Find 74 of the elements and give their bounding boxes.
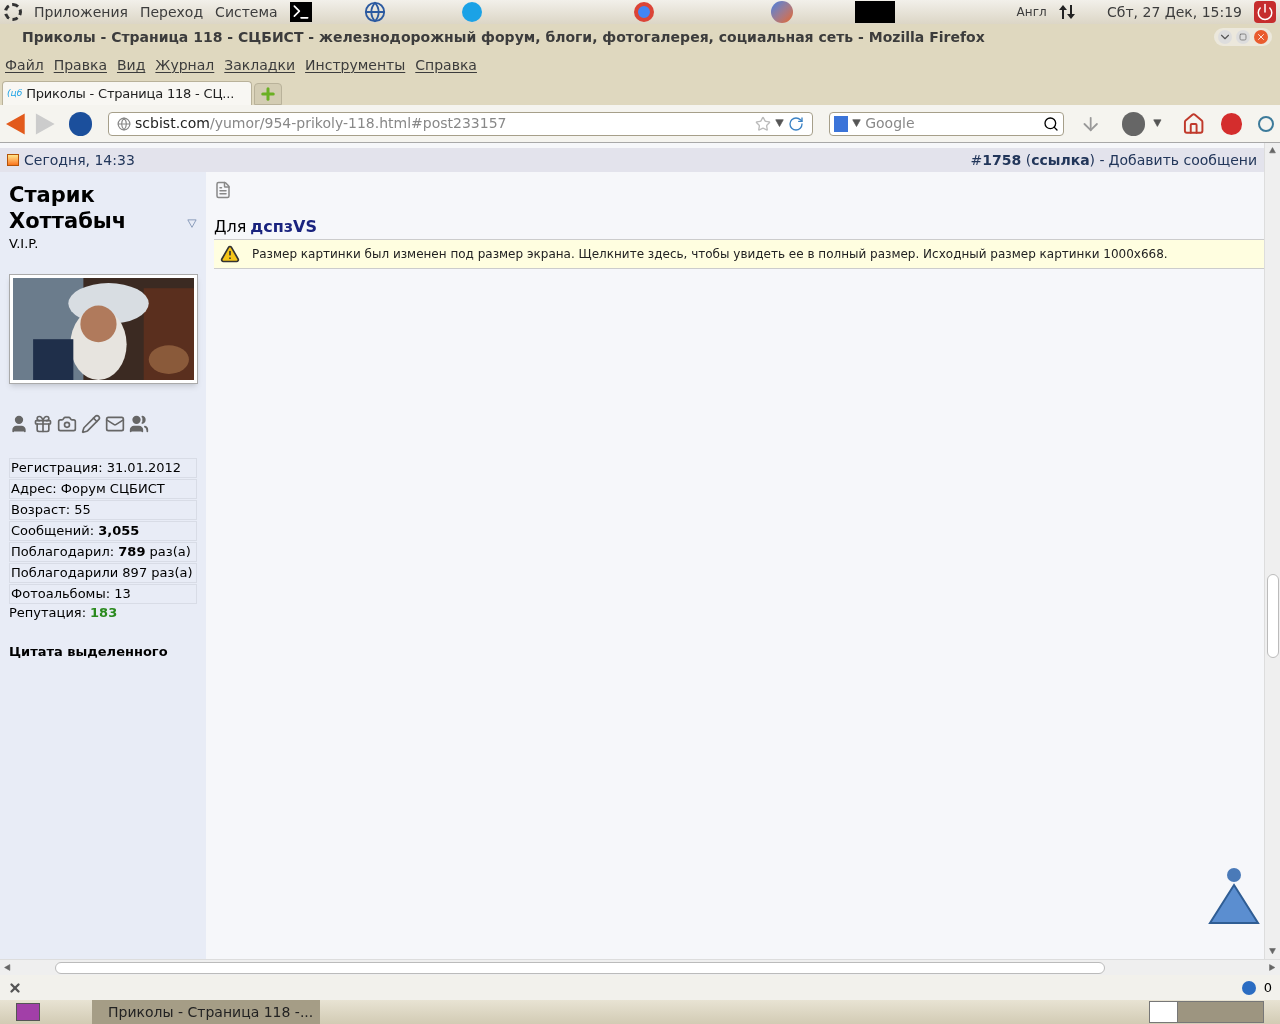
menu-item[interactable]: Файл bbox=[5, 54, 44, 76]
resize-notice[interactable]: Размер картинки был изменен под размер экрана. Щелкните здесь, чтобы увидеть ее в полный размер. Исходный размер картинки 1000x668. bbox=[214, 239, 1264, 269]
warning-icon bbox=[220, 244, 240, 264]
notice-text: Размер картинки был изменен под размер экрана. Щелкните здесь, чтобы увидеть ее в полный размер. Исходный размер картинки 1000x668. bbox=[252, 246, 1168, 263]
menu-item[interactable]: Инструменты bbox=[305, 54, 406, 76]
status-count: 0 bbox=[1263, 978, 1272, 997]
post-icon bbox=[7, 154, 19, 166]
user-stat: Поблагодарил: 789 раз(а) bbox=[9, 541, 197, 562]
clock[interactable]: Сбт, 27 Дек, 15:19 bbox=[1107, 1, 1242, 23]
tab-favicon: (цб bbox=[7, 86, 23, 100]
post-number[interactable]: #1758 (ссылка) - bbox=[970, 149, 1105, 171]
message-prefix: Для bbox=[214, 216, 247, 238]
search-icon[interactable] bbox=[1043, 115, 1060, 132]
document-icon bbox=[214, 180, 232, 200]
tab-title: Приколы - Страница 118 - СЦ... bbox=[26, 84, 235, 103]
network-icon[interactable] bbox=[1058, 4, 1075, 20]
post-date: Сегодня, 14:33 bbox=[24, 150, 135, 170]
home-icon[interactable] bbox=[1181, 111, 1205, 136]
users-icon[interactable] bbox=[129, 413, 149, 434]
menu-item[interactable]: Журнал bbox=[155, 54, 215, 76]
user-stat: Фотоальбомы: 13 bbox=[9, 583, 197, 604]
menu-item[interactable]: Справка bbox=[415, 54, 477, 76]
user-stat: Возраст: 55 bbox=[9, 499, 197, 520]
keyboard-layout[interactable]: Англ bbox=[1016, 3, 1047, 21]
search-input[interactable]: Google bbox=[865, 113, 1040, 134]
add-message-link[interactable]: Добавить сообщени bbox=[1108, 149, 1257, 171]
workspace-switcher[interactable] bbox=[1149, 1001, 1264, 1023]
scroll-down-icon[interactable] bbox=[1269, 948, 1276, 955]
dropdown-icon[interactable] bbox=[775, 119, 785, 128]
star-icon[interactable] bbox=[755, 115, 772, 132]
back-arrow-icon[interactable] bbox=[6, 112, 28, 135]
panel-menu[interactable]: Приложения bbox=[34, 1, 128, 23]
user-stat: Регистрация: 31.01.2012 bbox=[9, 457, 197, 478]
plus-icon bbox=[259, 85, 277, 103]
profile-icon[interactable] bbox=[9, 413, 29, 434]
dropdown-icon[interactable] bbox=[852, 119, 862, 128]
taskbar-window-button[interactable]: Приколы - Страница 118 -... bbox=[92, 1000, 320, 1024]
scroll-up-icon[interactable] bbox=[1269, 147, 1276, 154]
dropdown-icon[interactable] bbox=[1152, 119, 1162, 128]
menu-item[interactable]: Вид bbox=[116, 54, 146, 76]
reputation-label: Репутация: bbox=[9, 603, 87, 622]
gift-icon[interactable] bbox=[33, 413, 53, 434]
user-stat: Поблагодарили 897 раз(а) bbox=[9, 562, 197, 583]
menu-item[interactable]: Закладки bbox=[224, 54, 296, 76]
horizontal-scrollbar[interactable] bbox=[0, 959, 1280, 975]
close-icon[interactable] bbox=[8, 980, 22, 995]
terminal-icon[interactable] bbox=[289, 2, 312, 22]
pencil-icon[interactable] bbox=[81, 413, 101, 434]
quote-selected-link[interactable]: Цитата выделенного bbox=[9, 641, 197, 661]
user-rank: V.I.P. bbox=[9, 235, 40, 253]
scroll-left-icon[interactable] bbox=[4, 964, 11, 971]
scroll-right-icon[interactable] bbox=[1269, 964, 1276, 971]
browser-tab[interactable]: (цб Приколы - Страница 118 - СЦ... bbox=[2, 81, 252, 105]
scroll-thumb[interactable] bbox=[55, 961, 1105, 974]
power-icon[interactable] bbox=[1254, 1, 1276, 23]
site-icon bbox=[117, 116, 132, 131]
reputation-value: 183 bbox=[90, 603, 118, 622]
user-stat: Адрес: Форум СЦБИСТ bbox=[9, 478, 197, 499]
window-title: Приколы - Страница 118 - СЦБИСТ - железнодорожный форум, блоги, фотогалерея, социальная сеть - Mozilla Firefox bbox=[22, 27, 986, 47]
scroll-thumb[interactable] bbox=[1266, 574, 1279, 658]
minimize-icon[interactable] bbox=[1218, 30, 1232, 44]
menu-item[interactable]: Правка bbox=[53, 54, 107, 76]
panel-menu[interactable]: Переход bbox=[139, 1, 204, 23]
url-text: scbist.com/yumor/954-prikoly-118.html#post233157 bbox=[135, 114, 508, 133]
vertical-scrollbar[interactable] bbox=[1264, 143, 1280, 959]
username[interactable]: Старик Хоттабыч bbox=[9, 182, 184, 234]
address-field[interactable]: scbist.com/yumor/954-prikoly-118.html#post233157 bbox=[108, 111, 814, 136]
user-mention[interactable]: дспзVS bbox=[250, 215, 318, 239]
globe-icon[interactable] bbox=[363, 1, 386, 23]
panel-menu[interactable]: Система bbox=[215, 1, 278, 23]
user-stat: Сообщений: 3,055 bbox=[9, 520, 197, 541]
search-field[interactable]: Google bbox=[829, 111, 1065, 136]
close-icon[interactable] bbox=[1254, 30, 1268, 44]
reload-icon[interactable] bbox=[788, 115, 805, 132]
